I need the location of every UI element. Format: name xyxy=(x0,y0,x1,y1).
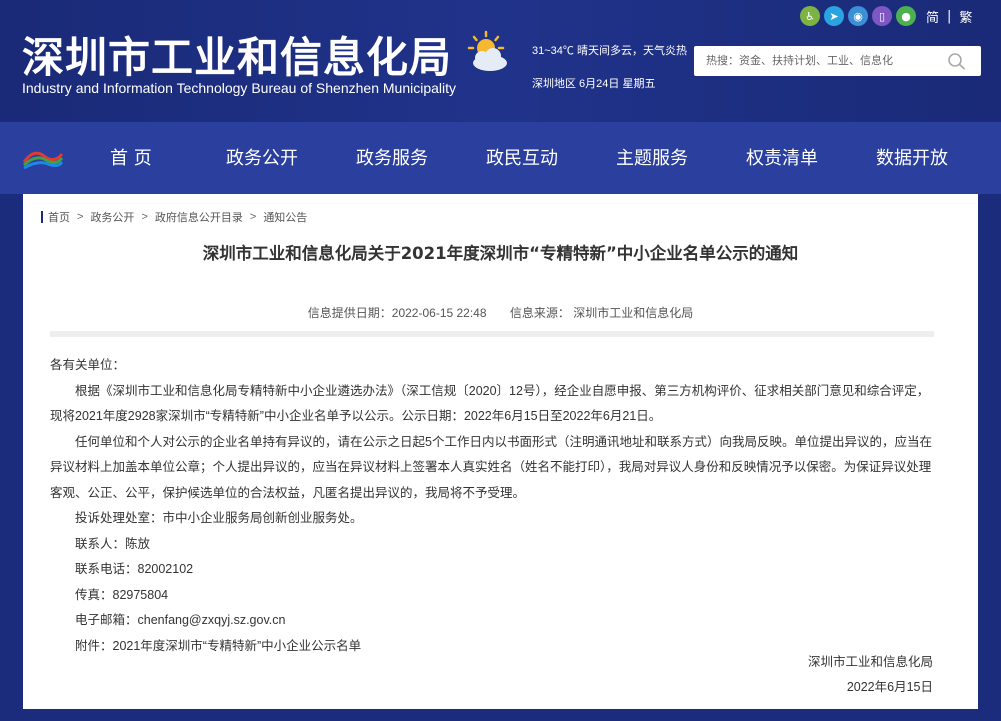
contact-person: 联系人：陈放 xyxy=(75,536,151,551)
wechat-icon[interactable]: ● xyxy=(896,6,916,26)
accessibility-icon[interactable]: ♿ xyxy=(800,6,820,26)
search-box xyxy=(694,46,981,76)
mobile-icon[interactable]: ▯ xyxy=(872,6,892,26)
weather-text: 31~34℃ 晴天间多云，天气炎热 xyxy=(532,45,687,57)
site-header: 深圳市工业和信息化局 Industry and Information Tech… xyxy=(0,0,1001,122)
lang-traditional-link[interactable]: 繁 xyxy=(959,7,972,26)
nav-open-data[interactable]: 数据开放 xyxy=(876,144,948,172)
nav-power-list[interactable]: 权责清单 xyxy=(746,144,818,172)
nav-topic-service[interactable]: 主题服务 xyxy=(616,144,688,172)
breadcrumb-separator: > xyxy=(249,211,257,223)
attachment-link[interactable]: 附件：2021年度深圳市“专精特新”中小企业公示名单 xyxy=(50,634,936,660)
article-meta: 信息提供日期：2022-06-15 22:48 信息来源： 深圳市工业和信息化局 xyxy=(23,304,978,321)
nav-government-info[interactable]: 政务公开 xyxy=(226,144,298,172)
robot-icon[interactable]: ◉ xyxy=(848,6,868,26)
breadcrumb-marker xyxy=(41,211,43,223)
breadcrumb-separator: > xyxy=(141,211,148,223)
salutation: 各有关单位： xyxy=(50,358,126,372)
article-title: 深圳市工业和信息化局关于2021年度深圳市“专精特新”中小企业名单公示的通知 xyxy=(202,244,799,263)
article-body: 各有关单位： 根据《深圳市工业和信息化局专精特新中小企业遴选办法》（深工信规〔2… xyxy=(50,353,936,659)
sun-cloud-icon xyxy=(467,30,507,71)
search-icon[interactable] xyxy=(947,52,967,70)
nav-home[interactable]: 首 页 xyxy=(110,144,152,172)
telegram-icon[interactable]: ➤ xyxy=(824,6,844,26)
breadcrumb-separator: > xyxy=(77,211,84,223)
site-logo-subtitle: Industry and Information Technology Bure… xyxy=(22,80,457,96)
breadcrumb-home[interactable]: 首页 xyxy=(48,209,70,225)
divider xyxy=(50,331,934,337)
contact-fax: 传真：82975804 xyxy=(75,587,169,602)
breadcrumb-info-catalog[interactable]: 政府信息公开目录 xyxy=(155,209,243,225)
main-nav: 首 页 政务公开 政务服务 政民互动 主题服务 权责清单 数据开放 xyxy=(0,122,1001,194)
breadcrumb-government-info[interactable]: 政务公开 xyxy=(90,209,134,225)
paragraph-announcement: 根据《深圳市工业和信息化局专精特新中小企业遴选办法》（深工信规〔2020〕12号… xyxy=(50,383,930,424)
article-date: 信息提供日期：2022-06-15 22:48 xyxy=(307,306,487,320)
site-logo-title[interactable]: 深圳市工业和信息化局 xyxy=(22,24,452,85)
lang-simplified-link[interactable]: 简 xyxy=(926,7,939,26)
complaint-office: 投诉处理处室：市中小企业服务局创新创业服务处。 xyxy=(75,511,363,525)
signature-org: 深圳市工业和信息化局 xyxy=(807,655,933,669)
top-toolbar: ♿ ➤ ◉ ▯ ● 简 | 繁 xyxy=(800,6,972,26)
paragraph-objection: 任何单位和个人对公示的企业名单持有异议的，请在公示之日起5个工作日内以书面形式（… xyxy=(50,434,932,500)
breadcrumb-notices[interactable]: 通知公告 xyxy=(263,209,307,225)
weather-date: 深圳地区 6月24日 星期五 xyxy=(532,78,656,90)
search-input[interactable] xyxy=(694,46,939,76)
breadcrumb: 首页 > 政务公开 > 政府信息公开目录 > 通知公告 xyxy=(41,209,307,225)
lang-separator: | xyxy=(947,8,952,24)
article-source: 信息来源： 深圳市工业和信息化局 xyxy=(509,306,694,320)
nav-government-service[interactable]: 政务服务 xyxy=(356,144,428,172)
signature-date: 2022年6月15日 xyxy=(846,680,933,694)
nav-interaction[interactable]: 政民互动 xyxy=(486,144,558,172)
shenzhen-logo-icon[interactable] xyxy=(20,142,66,172)
signature: 深圳市工业和信息化局 2022年6月15日 xyxy=(808,650,933,700)
content-panel: 首页 > 政务公开 > 政府信息公开目录 > 通知公告 深圳市工业和信息化局关于… xyxy=(23,194,978,709)
contact-phone: 联系电话：82002102 xyxy=(75,562,194,576)
contact-email[interactable]: 电子邮箱：chenfang@zxqyj.sz.gov.cn xyxy=(50,608,936,634)
